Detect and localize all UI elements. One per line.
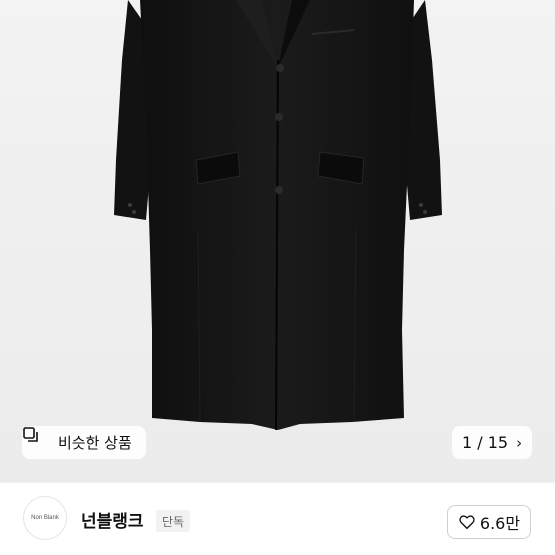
pager-current: 1 xyxy=(461,433,473,452)
pager-text: 1 / 15 xyxy=(462,433,508,452)
chevron-right-icon[interactable]: › xyxy=(516,434,522,452)
exclusive-badge: 단독 xyxy=(156,510,191,532)
similar-products-icon xyxy=(23,427,52,452)
like-count: 6.6만 xyxy=(479,514,521,533)
black-coat-image xyxy=(114,0,442,431)
pager-separator: / xyxy=(477,433,483,452)
image-pager[interactable]: 1 / 15 › xyxy=(452,426,532,459)
like-button[interactable]: 6.6만 xyxy=(447,505,531,539)
product-image-area[interactable]: 비슷한 상품 1 / 15 › xyxy=(0,0,555,482)
store-logo-text: Non Blank xyxy=(31,515,59,521)
heart-icon xyxy=(458,513,476,531)
pager-total: 15 xyxy=(487,433,509,452)
similar-products-button[interactable]: 비슷한 상품 xyxy=(22,426,146,459)
store-logo[interactable]: Non Blank xyxy=(23,496,67,540)
store-name[interactable]: 넌블랭크 xyxy=(81,507,144,532)
similar-products-label: 비슷한 상품 xyxy=(58,434,132,452)
